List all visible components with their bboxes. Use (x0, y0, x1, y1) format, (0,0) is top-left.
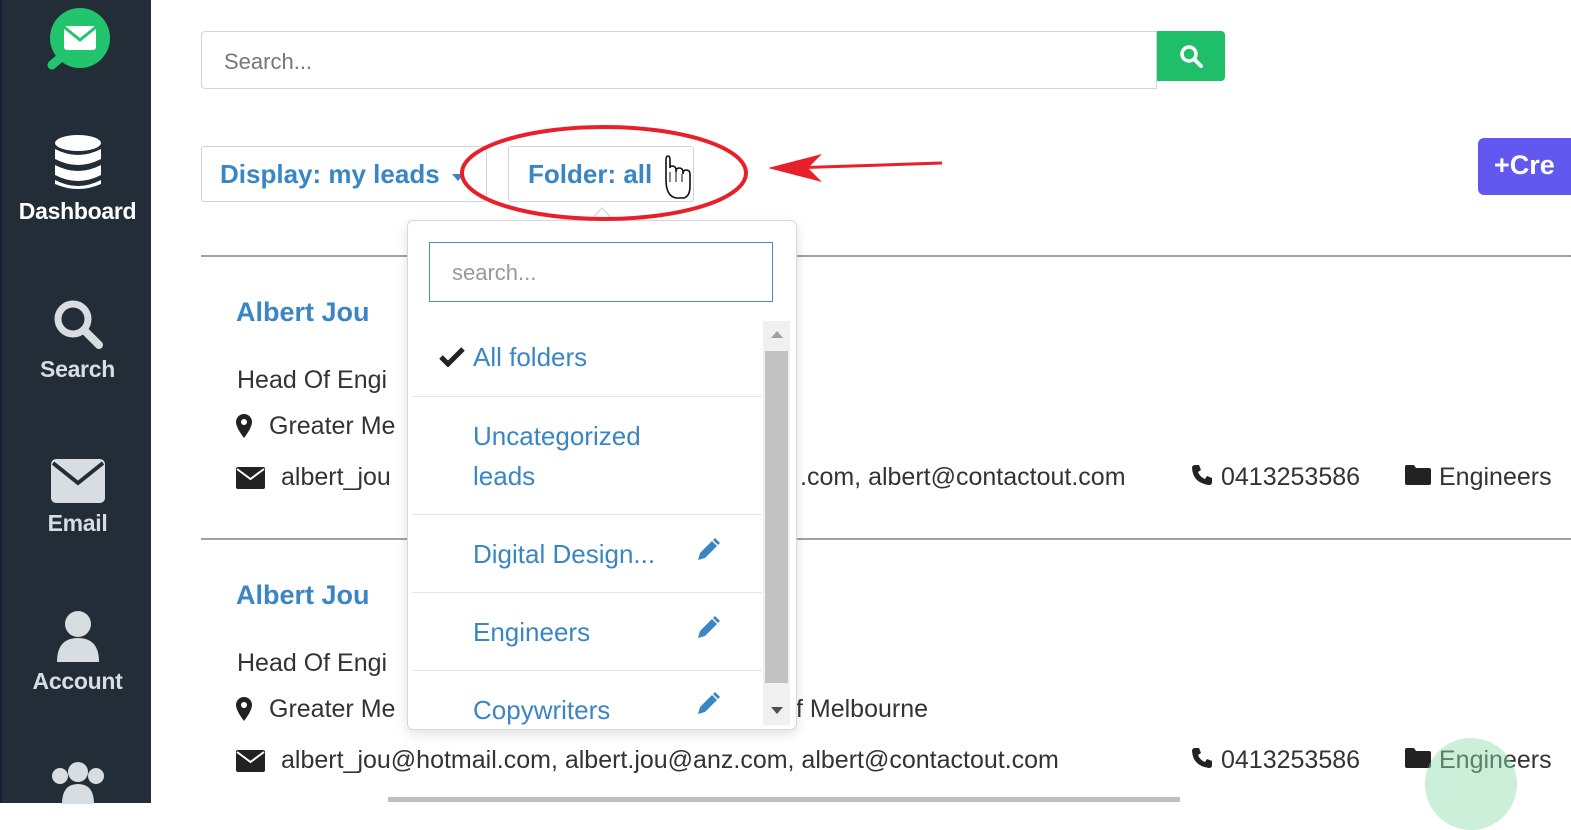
folder-icon (1405, 465, 1431, 485)
folder-option-digital-design[interactable]: Digital Design... (412, 514, 762, 593)
sidebar-item-label: Account (32, 668, 123, 694)
display-filter-dropdown[interactable]: Display: my leads (201, 146, 487, 202)
folder-option-label: Digital Design... (473, 539, 656, 569)
folder-filter-dropdown[interactable]: Folder: all (508, 146, 694, 202)
app-logo-icon[interactable] (38, 5, 118, 75)
search-button[interactable] (1157, 31, 1225, 81)
sidebar: Dashboard Search Email Account (0, 0, 153, 804)
plus-icon: + (1494, 150, 1510, 180)
annotation-arrow-head (768, 154, 822, 182)
lead-location-tail: f Melbourne (796, 695, 929, 723)
display-filter-label: Display: my leads (220, 159, 440, 189)
folder-option-uncategorized[interactable]: Uncategorized leads (412, 396, 762, 515)
lead-emails: albert_jou@hotmail.com, albert.jou@anz.c… (281, 746, 1059, 774)
folder-option-label: All folders (473, 342, 588, 372)
envelope-icon (50, 459, 105, 503)
envelope-icon (236, 750, 265, 772)
scroll-down-icon[interactable] (771, 707, 783, 714)
folder-option-label: Engineers (473, 617, 591, 647)
search-icon (54, 300, 103, 349)
sidebar-item-email[interactable]: Email (2, 458, 153, 537)
folder-option-label: leads (473, 461, 536, 491)
lead-phone: 0413253586 (1221, 463, 1361, 491)
create-button-label: Cre (1509, 150, 1555, 180)
search-icon (1180, 45, 1203, 68)
sidebar-item-label: Dashboard (18, 198, 137, 224)
database-icon (54, 135, 101, 189)
map-marker-icon (236, 414, 252, 438)
watermark-logo (1425, 738, 1517, 830)
folder-option-all[interactable]: All folders (412, 321, 762, 397)
sidebar-item-label: Search (40, 356, 115, 382)
users-icon (51, 762, 104, 804)
sidebar-item-dashboard[interactable]: Dashboard (2, 134, 153, 225)
folder-search-input[interactable]: search... (429, 242, 773, 302)
lead-emails: albert_jou (281, 463, 391, 491)
user-icon (56, 611, 99, 662)
folder-filter-label: Folder: all (528, 159, 653, 189)
folder-option-engineers[interactable]: Engineers (412, 592, 762, 671)
horizontal-scrollbar[interactable] (388, 797, 1180, 802)
lead-title: Head Of Engi (237, 366, 388, 394)
search-input[interactable]: Search... (201, 31, 1157, 89)
lead-location: Greater Me (269, 412, 396, 440)
folder-search-placeholder: search... (452, 260, 537, 285)
folder-option-copywriters[interactable]: Copywriters (412, 670, 762, 729)
scroll-up-icon[interactable] (771, 331, 783, 338)
envelope-icon (236, 467, 265, 489)
dropdown-scrollbar[interactable] (763, 321, 790, 725)
phone-icon (1192, 465, 1212, 485)
lead-folder: Engineers (1439, 463, 1552, 491)
scrollbar-thumb[interactable] (765, 351, 788, 683)
phone-icon (1192, 748, 1212, 768)
sidebar-item-account[interactable]: Account (2, 610, 153, 695)
pencil-icon[interactable] (696, 616, 720, 640)
lead-emails-tail: .com, albert@contactout.com (800, 463, 1126, 491)
checkmark-icon (439, 347, 465, 367)
map-marker-icon (236, 697, 252, 721)
folder-option-label: Uncategorized (473, 421, 641, 451)
lead-phone: 0413253586 (1221, 746, 1361, 774)
lead-name-link[interactable]: Albert Jou (236, 580, 370, 611)
folder-dropdown-menu: search... All folders Uncategorized lead… (407, 220, 797, 730)
lead-location: Greater Me (269, 695, 396, 723)
lead-name-link[interactable]: Albert Jou (236, 297, 370, 328)
pencil-icon[interactable] (696, 538, 720, 562)
pencil-icon[interactable] (696, 692, 720, 716)
annotation-arrow-line (789, 161, 943, 170)
caret-down-icon (452, 174, 464, 181)
sidebar-item-label: Email (47, 510, 108, 536)
folder-icon (1405, 748, 1431, 768)
lead-title: Head Of Engi (237, 649, 388, 677)
folder-option-label: Copywriters (473, 695, 611, 725)
search-placeholder: Search... (224, 49, 313, 74)
create-button[interactable]: +Cre (1478, 138, 1571, 195)
sidebar-item-search[interactable]: Search (2, 298, 153, 383)
